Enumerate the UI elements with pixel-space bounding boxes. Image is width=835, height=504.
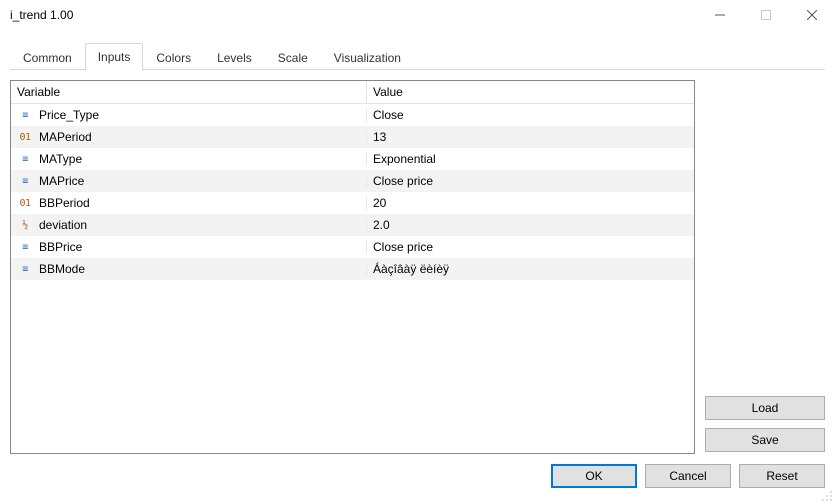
maximize-icon [761, 10, 771, 20]
resize-grip-icon[interactable] [819, 488, 833, 502]
float-type-icon: ½ [17, 218, 33, 232]
table-header: Variable Value [11, 81, 694, 104]
variable-name: BBPeriod [39, 196, 90, 210]
table-row[interactable]: ≡ BBMode Áàçîâàÿ ëèíèÿ [11, 258, 694, 280]
side-buttons: Load Save [705, 80, 825, 454]
tab-visualization[interactable]: Visualization [321, 44, 414, 71]
variable-name: BBPrice [39, 240, 82, 254]
close-icon [807, 10, 817, 20]
int-type-icon: 01 [17, 130, 33, 144]
reset-button[interactable]: Reset [739, 464, 825, 488]
table-row[interactable]: ≡ BBPrice Close price [11, 236, 694, 258]
cell-value[interactable]: Áàçîâàÿ ëèíèÿ [367, 262, 694, 276]
cell-variable: 01 BBPeriod [11, 196, 367, 210]
client-area: CommonInputsColorsLevelsScaleVisualizati… [0, 30, 835, 504]
titlebar: i_trend 1.00 [0, 0, 835, 30]
minimize-button[interactable] [697, 0, 743, 30]
table-row[interactable]: ≡ MAPrice Close price [11, 170, 694, 192]
variable-name: MAPrice [39, 174, 84, 188]
tab-scale[interactable]: Scale [265, 44, 321, 71]
cell-variable: ½ deviation [11, 218, 367, 232]
tab-levels[interactable]: Levels [204, 44, 265, 71]
cell-variable: 01 MAPeriod [11, 130, 367, 144]
cell-value[interactable]: Close [367, 108, 694, 122]
cell-value[interactable]: 2.0 [367, 218, 694, 232]
table-row[interactable]: ½ deviation 2.0 [11, 214, 694, 236]
variable-name: BBMode [39, 262, 85, 276]
minimize-icon [715, 10, 725, 20]
variable-name: deviation [39, 218, 87, 232]
cell-variable: ≡ BBMode [11, 262, 367, 276]
cell-variable: ≡ Price_Type [11, 108, 367, 122]
tab-inputs[interactable]: Inputs [85, 43, 144, 71]
main-row: Variable Value ≡ Price_Type Close 01 MAPerio… [10, 70, 825, 454]
cell-value[interactable]: Close price [367, 174, 694, 188]
table-body: ≡ Price_Type Close 01 MAPeriod 13 ≡ MAType Expon… [11, 104, 694, 453]
variable-name: Price_Type [39, 108, 99, 122]
tab-colors[interactable]: Colors [143, 44, 204, 71]
enum-type-icon: ≡ [17, 174, 33, 188]
ok-button[interactable]: OK [551, 464, 637, 488]
enum-type-icon: ≡ [17, 108, 33, 122]
table-row[interactable]: ≡ MAType Exponential [11, 148, 694, 170]
table-row[interactable]: ≡ Price_Type Close [11, 104, 694, 126]
cell-variable: ≡ MAPrice [11, 174, 367, 188]
cell-value[interactable]: 20 [367, 196, 694, 210]
tab-strip: CommonInputsColorsLevelsScaleVisualizati… [10, 40, 825, 70]
maximize-button [743, 0, 789, 30]
int-type-icon: 01 [17, 196, 33, 210]
tab-common[interactable]: Common [10, 44, 85, 71]
enum-type-icon: ≡ [17, 152, 33, 166]
enum-type-icon: ≡ [17, 240, 33, 254]
enum-type-icon: ≡ [17, 262, 33, 276]
inputs-table: Variable Value ≡ Price_Type Close 01 MAPerio… [10, 80, 695, 454]
variable-name: MAPeriod [39, 130, 92, 144]
load-button[interactable]: Load [705, 396, 825, 420]
cell-value[interactable]: Exponential [367, 152, 694, 166]
cell-value[interactable]: Close price [367, 240, 694, 254]
footer-buttons: OK Cancel Reset [10, 454, 825, 488]
window-buttons [697, 0, 835, 30]
cell-variable: ≡ MAType [11, 152, 367, 166]
header-variable[interactable]: Variable [11, 81, 367, 103]
cell-variable: ≡ BBPrice [11, 240, 367, 254]
save-button[interactable]: Save [705, 428, 825, 452]
close-button[interactable] [789, 0, 835, 30]
header-value[interactable]: Value [367, 81, 694, 103]
cell-value[interactable]: 13 [367, 130, 694, 144]
table-row[interactable]: 01 BBPeriod 20 [11, 192, 694, 214]
window-title: i_trend 1.00 [10, 8, 697, 22]
table-row[interactable]: 01 MAPeriod 13 [11, 126, 694, 148]
variable-name: MAType [39, 152, 82, 166]
cancel-button[interactable]: Cancel [645, 464, 731, 488]
